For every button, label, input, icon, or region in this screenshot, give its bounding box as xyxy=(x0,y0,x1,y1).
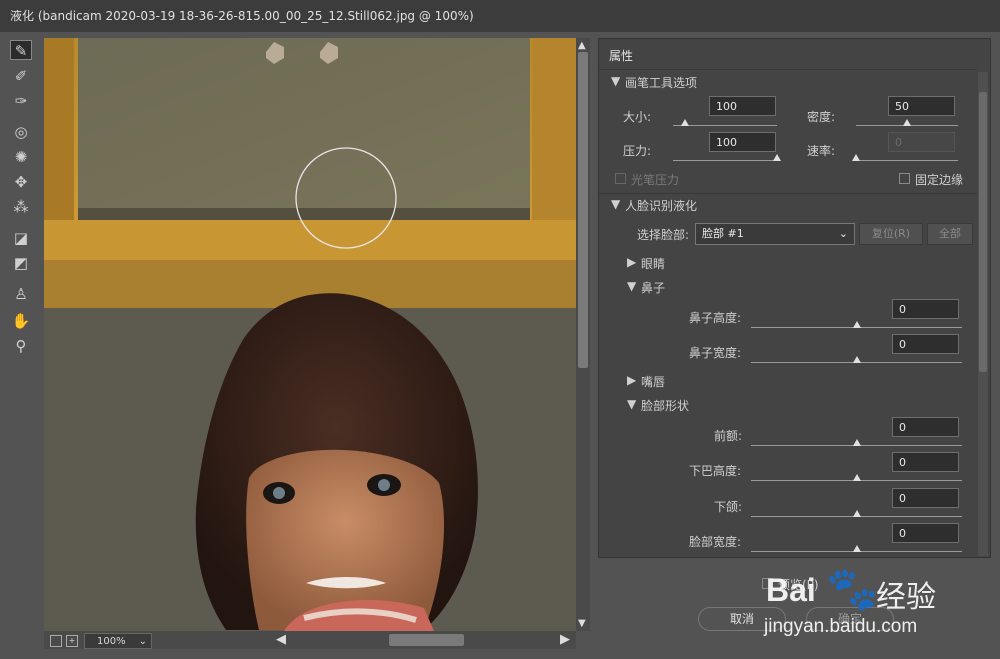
eyes-label: 眼睛 xyxy=(641,257,666,271)
size-label: 大小: xyxy=(623,110,652,124)
zoom-select[interactable]: 100% ⌄ xyxy=(84,633,152,649)
panel-scrollbar[interactable] xyxy=(978,72,988,556)
nose-width-label: 鼻子宽度: xyxy=(689,346,742,360)
tool-panel: ✎ ✐ ✑ ◎ ✺ ✥ ⁂ ◪ ◩ ♙ ✋ ⚲ xyxy=(0,32,44,659)
panel-title: 属性 xyxy=(609,49,634,63)
pressure-input[interactable]: 100 xyxy=(709,132,776,152)
zoom-tool-icon[interactable]: ⚲ xyxy=(10,336,32,356)
photo-image xyxy=(44,38,576,631)
rate-input: 0 xyxy=(888,132,955,152)
reconstruct-tool-icon[interactable]: ✐ xyxy=(10,66,32,86)
nose-width-input[interactable]: 0 xyxy=(892,334,959,354)
face-section-toggle[interactable]: ▼ xyxy=(611,197,620,211)
brush-section-toggle[interactable]: ▼ xyxy=(611,74,620,88)
reset-button: 复位(R) xyxy=(859,223,923,245)
chin-height-input[interactable]: 0 xyxy=(892,452,959,472)
rate-label: 速率: xyxy=(807,144,836,158)
pressure-slider-thumb[interactable] xyxy=(773,154,781,161)
horizontal-scroll-thumb[interactable] xyxy=(389,634,464,646)
face-shape-label: 脸部形状 xyxy=(641,399,690,413)
select-face-label: 选择脸部: xyxy=(637,228,690,242)
rate-slider xyxy=(856,160,958,161)
forehead-input[interactable]: 0 xyxy=(892,417,959,437)
forehead-slider-thumb[interactable] xyxy=(853,439,861,446)
pin-edges-checkbox[interactable] xyxy=(899,173,910,184)
mouth-toggle[interactable]: ▶ xyxy=(627,373,636,387)
panel-scroll-thumb[interactable] xyxy=(979,92,987,372)
stylus-pressure-label: 光笔压力 xyxy=(631,173,680,187)
zoom-out-icon[interactable] xyxy=(50,635,62,647)
jawline-label: 下颌: xyxy=(714,500,743,514)
density-slider-thumb[interactable] xyxy=(903,119,911,126)
chin-height-label: 下巴高度: xyxy=(689,464,742,478)
pressure-slider[interactable] xyxy=(673,160,777,161)
nose-height-label: 鼻子高度: xyxy=(689,311,742,325)
size-input[interactable]: 100 xyxy=(709,96,776,116)
size-slider-thumb[interactable] xyxy=(681,119,690,126)
face-width-slider-thumb[interactable] xyxy=(853,545,861,552)
select-face-value: 脸部 #1 xyxy=(702,227,744,240)
watermark-brand: Bai xyxy=(766,572,816,608)
nose-label: 鼻子 xyxy=(641,281,666,295)
chevron-down-icon: ⌄ xyxy=(838,227,848,240)
watermark-brand-cn: 经验 xyxy=(876,580,936,615)
nose-height-slider-thumb[interactable] xyxy=(853,321,861,328)
face-width-label: 脸部宽度: xyxy=(689,535,742,549)
pucker-tool-icon[interactable]: ✺ xyxy=(10,147,32,167)
window-title: 液化 (bandicam 2020-03-19 18-36-26-815.00_… xyxy=(0,0,1000,32)
watermark-url: jingyan.baidu.com xyxy=(764,616,918,637)
vertical-scroll-thumb[interactable] xyxy=(578,52,588,368)
scroll-right-icon[interactable]: ▶ xyxy=(560,632,570,647)
face-width-input[interactable]: 0 xyxy=(892,523,959,543)
density-input[interactable]: 50 xyxy=(888,96,955,116)
thaw-mask-tool-icon[interactable]: ◩ xyxy=(10,253,32,273)
properties-panel: 属性 ▼ 画笔工具选项 大小: 100 密度: 50 压力: 100 速率: 0… xyxy=(598,38,991,558)
nose-height-input[interactable]: 0 xyxy=(892,299,959,319)
stylus-pressure-checkbox xyxy=(615,173,626,184)
rate-slider-thumb xyxy=(852,154,860,161)
nose-width-slider-thumb[interactable] xyxy=(853,356,861,363)
pressure-label: 压力: xyxy=(623,144,652,158)
pin-edges-label: 固定边缘 xyxy=(915,173,964,187)
density-label: 密度: xyxy=(807,110,836,124)
face-shape-toggle[interactable]: ▼ xyxy=(627,397,636,411)
baidu-watermark: Bai 🐾 经验 jingyan.baidu.com xyxy=(760,560,1000,650)
nose-toggle[interactable]: ▼ xyxy=(627,279,636,293)
chevron-down-icon: ⌄ xyxy=(138,636,147,647)
select-face-dropdown[interactable]: 脸部 #1 ⌄ xyxy=(695,223,855,245)
zoom-level: 100% xyxy=(97,636,126,647)
chin-height-slider-thumb[interactable] xyxy=(853,474,861,481)
mouth-label: 嘴唇 xyxy=(641,375,666,389)
bloat-tool-icon[interactable]: ✥ xyxy=(10,172,32,192)
scroll-down-icon[interactable]: ▼ xyxy=(578,618,586,629)
paw-icon: 🐾 xyxy=(826,564,879,613)
forward-warp-tool-icon[interactable]: ✎ xyxy=(10,40,32,60)
scroll-up-icon[interactable]: ▲ xyxy=(578,40,586,51)
vertical-scrollbar[interactable]: ▲ ▼ xyxy=(576,38,590,631)
face-tool-icon[interactable]: ♙ xyxy=(10,284,32,304)
preview-canvas[interactable] xyxy=(44,38,576,631)
jawline-slider-thumb[interactable] xyxy=(853,510,861,517)
zoom-in-icon[interactable]: + xyxy=(66,635,78,647)
face-section-title: 人脸识别液化 xyxy=(625,199,698,213)
forehead-label: 前额: xyxy=(714,429,743,443)
jawline-input[interactable]: 0 xyxy=(892,488,959,508)
hand-tool-icon[interactable]: ✋ xyxy=(10,311,32,331)
all-button: 全部 xyxy=(927,223,973,245)
eyes-toggle[interactable]: ▶ xyxy=(627,255,636,269)
smooth-tool-icon[interactable]: ✑ xyxy=(10,91,32,111)
brush-section-title: 画笔工具选项 xyxy=(625,76,698,90)
push-left-tool-icon[interactable]: ⁂ xyxy=(10,197,32,217)
twirl-tool-icon[interactable]: ◎ xyxy=(10,122,32,142)
freeze-mask-tool-icon[interactable]: ◪ xyxy=(10,228,32,248)
status-bar: + 100% ⌄ xyxy=(44,631,284,651)
